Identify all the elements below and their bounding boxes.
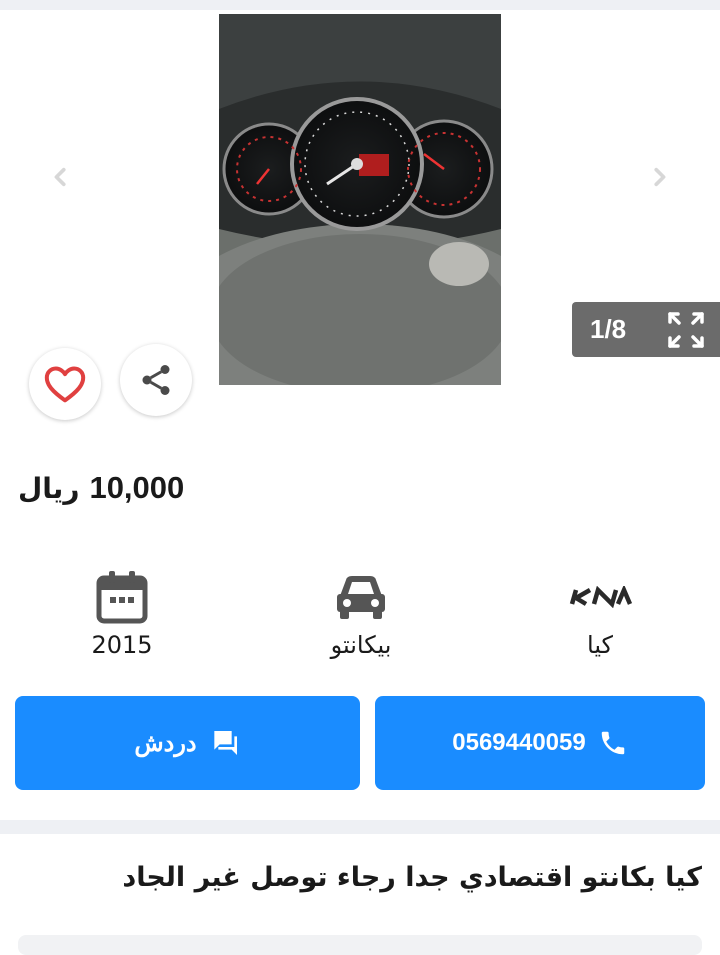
listing-photo[interactable] [219,14,501,385]
spec-make-label: كيا [587,631,613,659]
image-counter-fullscreen-button[interactable]: 1/8 [572,302,720,357]
section-divider [0,820,720,834]
price-amount: 10,000 [89,470,185,505]
kia-logo-icon [569,586,632,608]
next-section-card [18,935,702,955]
chat-icon [213,731,237,755]
call-button[interactable]: 0569440059 [375,696,705,790]
dashboard-photo [219,14,501,385]
chevron-right-icon [654,167,666,187]
heart-icon [44,366,86,403]
spec-year-label: 2015 [91,631,153,659]
previous-image-button[interactable] [46,162,76,192]
image-counter: 1/8 [590,314,627,344]
chat-button[interactable]: دردش [15,696,360,790]
share-icon [142,365,170,395]
spec-make: كيا [520,568,680,659]
share-button[interactable] [120,344,192,416]
image-gallery[interactable]: 1/8 [0,10,720,430]
price: 10,000 ريال [18,470,184,506]
chevron-left-icon [54,167,66,187]
phone-icon [601,731,624,755]
top-strip [0,0,720,10]
spec-year: 2015 [42,568,202,659]
listing-title: كيا بكانتو اقتصادي جدا رجاء توصل غير الج… [122,862,702,893]
phone-number: 0569440059 [452,729,586,756]
chat-button-label: دردش [134,729,197,757]
spec-model-label: بيكانتو [330,631,392,659]
fullscreen-icon [668,311,704,348]
next-image-button[interactable] [644,162,674,192]
calendar-icon [96,571,148,624]
car-icon [337,576,385,619]
spec-model: بيكانتو [281,568,441,659]
favorite-button[interactable] [29,348,101,420]
price-currency: ريال [18,472,80,505]
